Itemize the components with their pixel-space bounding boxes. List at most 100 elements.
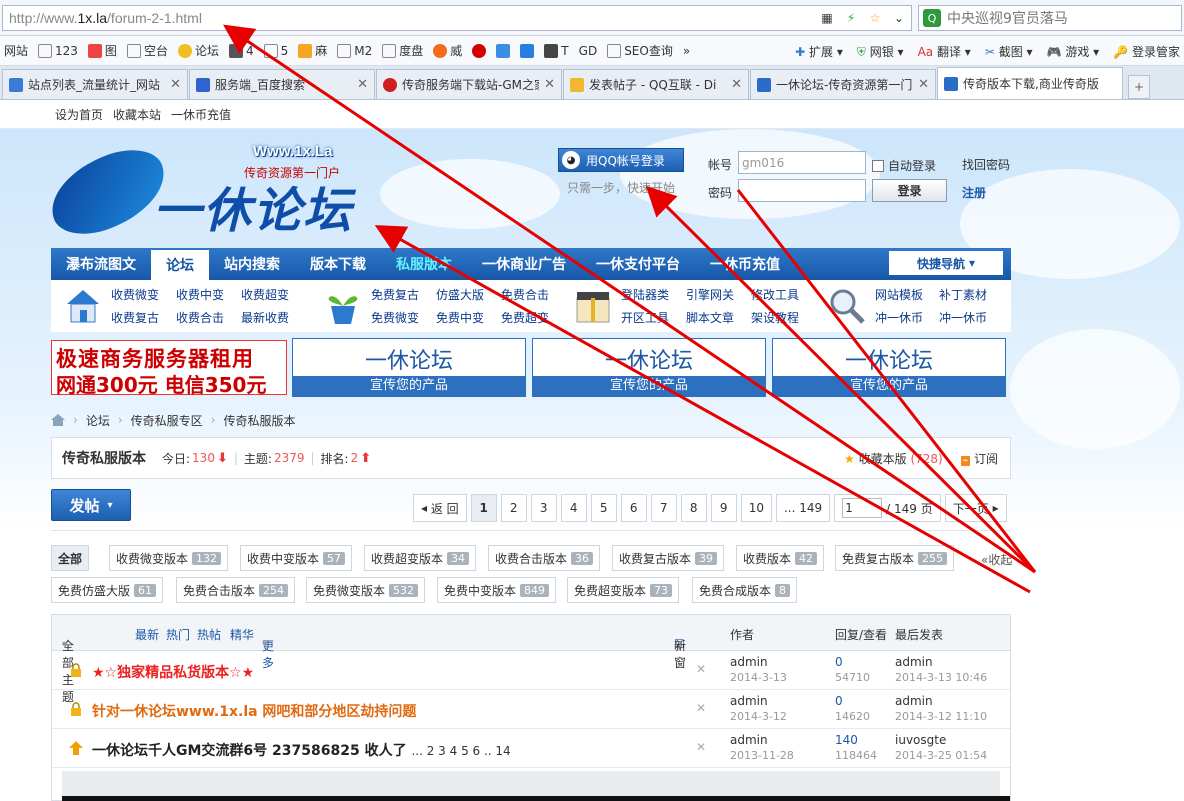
type-filter[interactable]: 收费微变版本 132 [109, 545, 229, 571]
type-filter[interactable]: 免费复古版本 255 [835, 545, 955, 571]
browser-tab[interactable]: 传奇服务端下载站-GM之家 ✕ [376, 69, 562, 99]
type-filter[interactable]: 免费合击版本 254 [176, 577, 296, 603]
type-filter[interactable]: 免费仿盛大版 61 [51, 577, 164, 603]
close-icon[interactable]: ✕ [696, 740, 706, 754]
bookmark-site-link[interactable]: 收藏本站 [113, 106, 161, 123]
chevron-down-icon[interactable]: ⌄ [891, 10, 907, 26]
type-filter[interactable]: 收费超变版本 34 [364, 545, 477, 571]
bookmark-item[interactable]: 论坛 [177, 42, 219, 59]
filter-essence[interactable]: 精华 [230, 626, 254, 643]
bookmark-item[interactable]: 123 [38, 43, 78, 58]
home-icon[interactable] [51, 414, 65, 426]
page-link[interactable]: 3 [530, 494, 557, 522]
category-link[interactable]: 免费复古 [371, 286, 436, 303]
password-field[interactable] [738, 179, 866, 202]
category-link[interactable]: 收费中变 [176, 286, 241, 303]
new-tab-button[interactable]: + [1128, 75, 1150, 99]
category-link[interactable]: 免费超变 [501, 309, 566, 326]
browser-tab[interactable]: 站点列表_流量统计_网站 ✕ [2, 69, 188, 99]
find-password-link[interactable]: 找回密码 [962, 156, 1010, 173]
last-poster[interactable]: admin [895, 655, 933, 669]
thread-title[interactable]: 针对一休论坛www.1x.la 网吧和部分地区劫持问题 [92, 701, 416, 721]
last-post-time[interactable]: 2014-3-25 01:54 [895, 749, 987, 762]
category-link[interactable]: 收费复古 [111, 309, 176, 326]
lightning-icon[interactable]: ⚡ [843, 10, 859, 26]
qq-login-button[interactable]: ◕ 用QQ帐号登录 [558, 148, 684, 172]
browser-tab-active[interactable]: 传奇版本下载,商业传奇版 [937, 67, 1123, 99]
back-button[interactable]: ◂ 返 回 [413, 494, 467, 522]
page-link[interactable]: 8 [680, 494, 707, 522]
bookmark-item[interactable]: 5 [263, 43, 288, 58]
category-link[interactable]: 引擎网关 [686, 286, 751, 303]
screenshot-menu[interactable]: ✂ 截图 ▾ [985, 43, 1033, 60]
thread-author[interactable]: admin [730, 733, 768, 747]
bookmark-item[interactable]: GD [579, 44, 598, 58]
search-box[interactable]: Q 中央巡视9官员落马 [918, 5, 1182, 31]
search-engine-icon[interactable]: Q [923, 9, 941, 27]
account-field[interactable]: gm016 [738, 151, 866, 174]
category-link[interactable]: 免费微变 [371, 309, 436, 326]
bookmark-item[interactable] [472, 43, 487, 58]
ad-slot[interactable]: 一休论坛 宣传您的产品 [532, 338, 766, 397]
category-link[interactable]: 最新收费 [241, 309, 306, 326]
star-icon[interactable]: ☆ [867, 10, 883, 26]
type-filter[interactable]: 免费微变版本 532 [306, 577, 426, 603]
filter-newest[interactable]: 最新 [135, 626, 159, 643]
bookmark-item[interactable]: M2 [337, 43, 372, 58]
breadcrumb-zone[interactable]: 传奇私服专区 [131, 412, 203, 429]
nav-item-download[interactable]: 版本下载 [295, 248, 381, 280]
translate-menu[interactable]: Aa 翻译 ▾ [918, 43, 971, 60]
type-filter[interactable]: 免费超变版本 73 [567, 577, 680, 603]
thread-author[interactable]: admin [730, 694, 768, 708]
nav-item-search[interactable]: 站内搜索 [209, 248, 295, 280]
bookmark-item[interactable]: 空台 [126, 42, 168, 59]
thread-title[interactable]: ★☆独家精品私货版本☆★ [92, 662, 254, 682]
page-link[interactable]: 7 [650, 494, 677, 522]
url-input[interactable]: http://www.1x.la/forum-2-1.html ▦ ⚡ ☆ ⌄ [2, 5, 912, 31]
category-link[interactable]: 登陆器类 [621, 286, 686, 303]
page-link[interactable]: 1 [470, 494, 497, 522]
games-menu[interactable]: 🎮 游戏 ▾ [1047, 43, 1100, 60]
thread-pages[interactable]: ... 2 3 4 5 6 .. 14 [411, 744, 510, 758]
bookmark-item[interactable]: SEO查询 [607, 42, 673, 59]
new-post-button[interactable]: 发帖 ▾ [51, 489, 131, 521]
close-icon[interactable]: ✕ [696, 662, 706, 676]
filter-hot[interactable]: 热门 [166, 626, 190, 643]
nav-item-private-server[interactable]: 私服版本 [381, 248, 467, 280]
category-link[interactable]: 脚本文章 [686, 309, 751, 326]
login-button[interactable]: 登录 [872, 179, 947, 202]
category-link[interactable]: 架设教程 [751, 309, 816, 326]
last-post-time[interactable]: 2014-3-12 11:10 [895, 710, 987, 723]
page-jump-input[interactable]: 1 [842, 498, 883, 518]
favorite-board-button[interactable]: ★ 收藏本版 (728) [844, 450, 943, 467]
close-icon[interactable]: ✕ [170, 77, 181, 92]
page-link[interactable]: 10 [740, 494, 772, 522]
set-homepage-link[interactable]: 设为首页 [55, 106, 103, 123]
ad-slot[interactable]: 一休论坛 宣传您的产品 [772, 338, 1006, 397]
thread-author[interactable]: admin [730, 655, 768, 669]
auto-login-checkbox[interactable]: 自动登录 [872, 157, 936, 174]
search-input[interactable]: 中央巡视9官员落马 [947, 8, 1068, 28]
next-page-button[interactable]: 下一页 ▸ [944, 494, 1007, 522]
type-filter[interactable]: 免费合成版本 8 [692, 577, 798, 603]
page-link[interactable]: 9 [710, 494, 737, 522]
bookmark-item[interactable] [520, 43, 535, 58]
page-link[interactable]: 6 [620, 494, 647, 522]
category-link[interactable]: 收费微变 [111, 286, 176, 303]
close-icon[interactable]: ✕ [544, 77, 555, 92]
type-filter[interactable]: 免费中变版本 849 [437, 577, 557, 603]
bank-menu[interactable]: ⛨ 网银 ▾ [857, 43, 904, 60]
category-link[interactable]: 收费合击 [176, 309, 241, 326]
category-link[interactable]: 修改工具 [751, 286, 816, 303]
site-logo[interactable]: 一休论坛 Www.1x.La 传奇资源第一门户 [39, 138, 358, 246]
bookmark-item[interactable]: 网站 [4, 42, 28, 59]
breadcrumb-board[interactable]: 传奇私服版本 [223, 412, 295, 429]
bookmark-item[interactable]: 4 [228, 43, 254, 58]
category-link[interactable]: 开区工具 [621, 309, 686, 326]
bookmarks-more[interactable]: » [683, 44, 690, 58]
bookmark-item[interactable]: 度盘 [382, 42, 423, 59]
nav-item-payment[interactable]: 一休支付平台 [581, 248, 695, 280]
category-link[interactable]: 网站模板 [875, 286, 939, 303]
qr-code-icon[interactable]: ▦ [819, 10, 835, 26]
nav-item-recharge[interactable]: 一休币充值 [695, 248, 795, 280]
